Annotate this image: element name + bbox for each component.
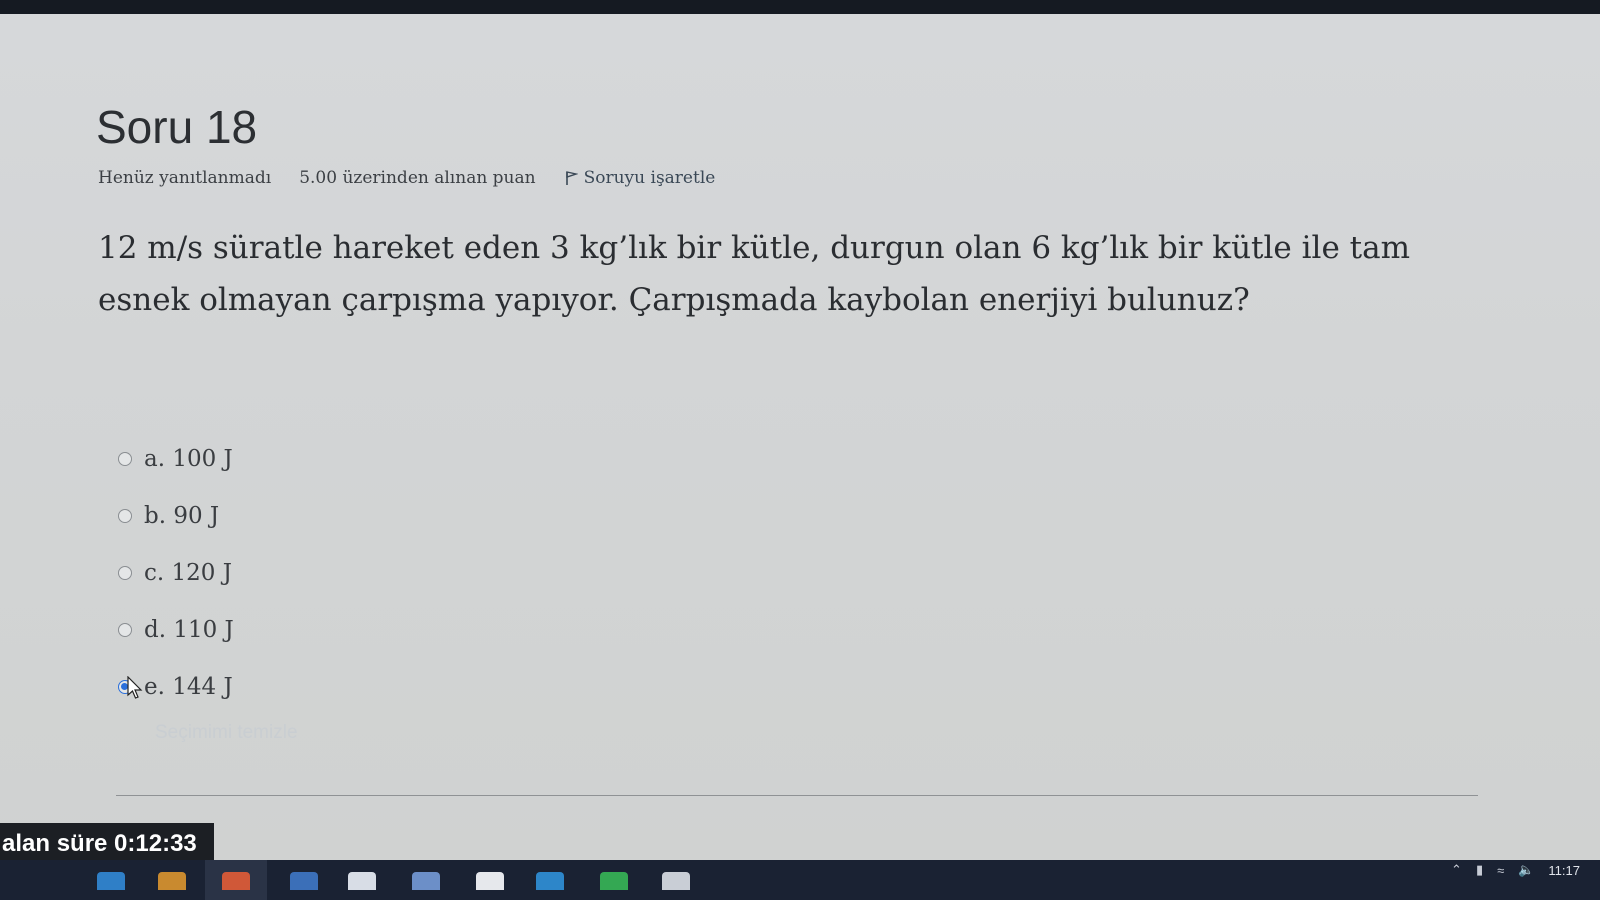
answer-option-c[interactable]: c. 120 J [118,544,234,601]
clear-choice-link[interactable]: Seçimimi temizle [155,722,298,744]
answer-label-a: a. 100 J [144,445,233,472]
answer-label-e: e. 144 J [144,673,233,700]
answer-label-b: b. 90 J [144,502,220,529]
wifi-icon[interactable]: ≈ [1497,863,1504,878]
volume-icon[interactable]: 🔈 [1518,862,1534,878]
flag-question-label: Soruyu işaretle [583,168,716,188]
question-divider [116,795,1478,796]
chrome-icon[interactable] [600,872,628,890]
taskbar-app-icon[interactable] [222,872,250,890]
clock[interactable]: 11:17 [1548,863,1580,878]
answer-option-a[interactable]: a. 100 J [118,430,234,487]
chevron-up-icon[interactable]: ⌃ [1451,862,1462,878]
mouse-cursor-icon [127,675,143,704]
answer-list: a. 100 J b. 90 J c. 120 J d. 110 J e. 14… [118,430,234,715]
taskbar-app-icon[interactable] [412,872,440,890]
taskbar-app-icon[interactable] [662,872,690,890]
taskbar-app-icon[interactable] [536,872,564,890]
window-top-bar [0,0,1600,14]
radio-b[interactable] [118,508,132,523]
answer-label-d: d. 110 J [144,616,234,643]
flag-question-link[interactable]: Soruyu işaretle [564,168,716,188]
question-info: Henüz yanıtlanmadı 5.00 üzerinden alınan… [98,168,715,188]
taskbar-app-icon[interactable] [348,872,376,890]
answer-option-b[interactable]: b. 90 J [118,487,234,544]
taskbar-app-icon[interactable] [97,872,125,890]
flag-icon [564,170,578,186]
taskbar-app-icon[interactable] [476,872,504,890]
answer-label-c: c. 120 J [144,559,232,586]
radio-a[interactable] [118,451,132,466]
answer-option-d[interactable]: d. 110 J [118,601,234,658]
radio-d[interactable] [118,622,132,637]
taskbar-app-icon[interactable] [290,872,318,890]
time-remaining-display: alan süre 0:12:33 [0,823,214,865]
question-points: 5.00 üzerinden alınan puan [299,168,536,188]
folder-icon[interactable] [158,872,186,890]
system-tray: ⌃ ▮ ≈ 🔈 11:17 [1451,862,1580,878]
battery-icon[interactable]: ▮ [1476,862,1483,878]
question-text: 12 m/s süratle hareket eden 3 kg’lık bir… [98,230,1410,318]
question-status: Henüz yanıtlanmadı [98,168,272,188]
radio-c[interactable] [118,565,132,580]
question-title: Soru 18 [96,101,258,153]
